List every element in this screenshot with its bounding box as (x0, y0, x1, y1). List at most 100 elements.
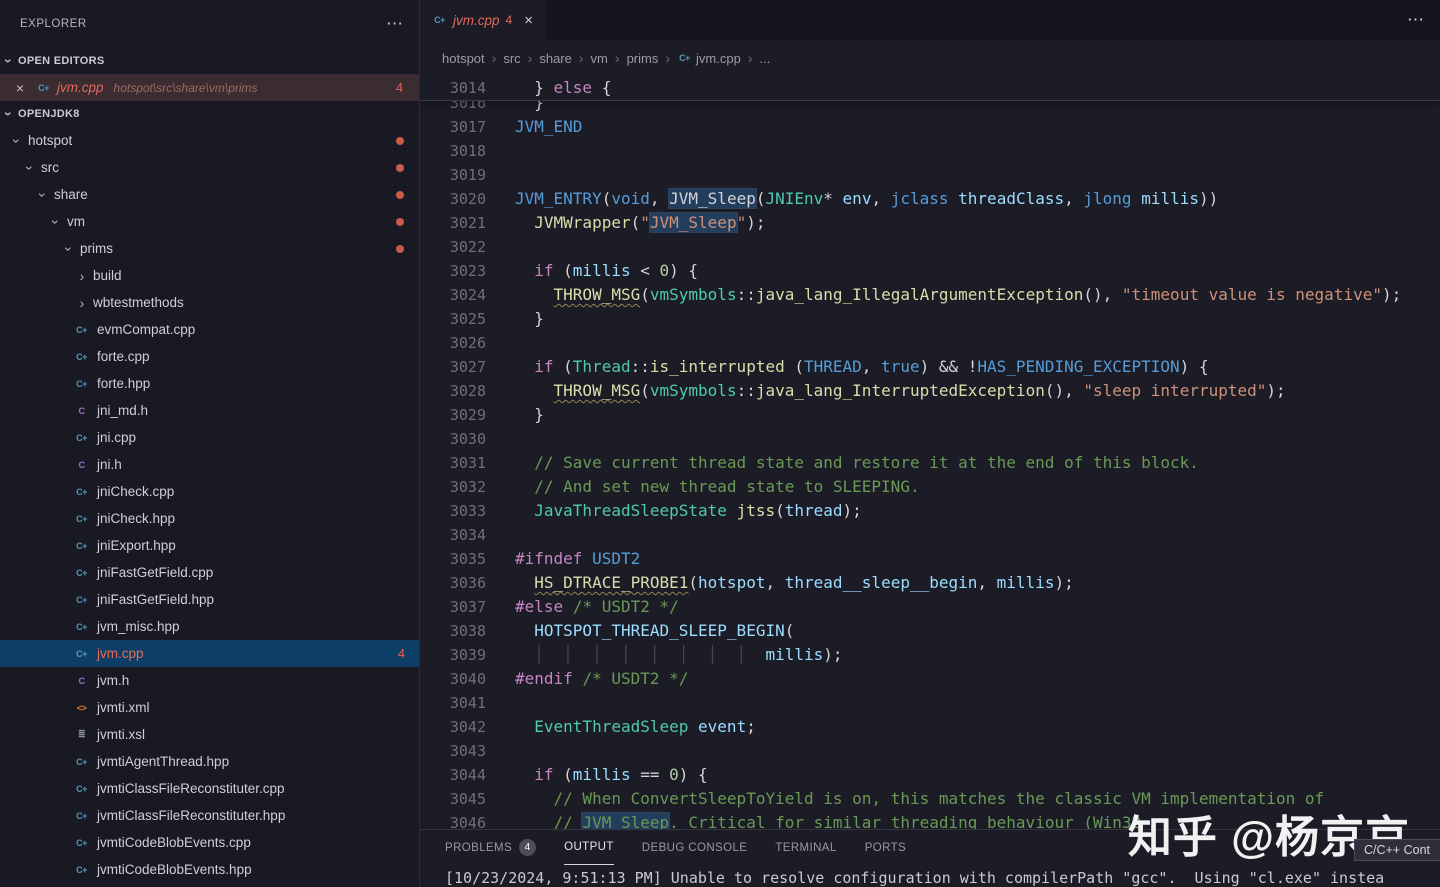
code-line-3041: 3041 (420, 691, 1440, 715)
tree-item-label: jvmtiCodeBlobEvents.cpp (97, 835, 251, 850)
breadcrumb-item-hotspot[interactable]: hotspot (442, 51, 485, 66)
line-number: 3017 (420, 115, 486, 139)
tab-jvm-cpp[interactable]: C+ jvm.cpp 4 × (420, 0, 545, 40)
close-icon[interactable]: × (524, 12, 533, 29)
tree-item-share[interactable]: ›share (0, 181, 419, 208)
close-icon[interactable]: × (12, 80, 28, 96)
tree-item-prims[interactable]: ›prims (0, 235, 419, 262)
open-editors-header[interactable]: › OPEN EDITORS (0, 48, 419, 74)
editor-more-actions-icon[interactable]: ⋯ (1407, 0, 1440, 40)
panel-tab-output[interactable]: OUTPUT (564, 830, 614, 865)
breadcrumb-item-vm[interactable]: vm (591, 51, 608, 66)
xsl-file-icon: ≣ (73, 729, 90, 740)
bottom-panel: PROBLEMS4 OUTPUT DEBUG CONSOLE TERMINAL PORT… (420, 829, 1440, 887)
cpp-file-icon: C+ (73, 541, 90, 551)
breadcrumb-item-src[interactable]: src (503, 51, 520, 66)
explorer-sidebar: EXPLORER ⋯ › OPEN EDITORS × C+ jvm.cpp h… (0, 0, 420, 887)
code-line-3029: 3029 } (420, 403, 1440, 427)
code-line-3037: 3037#else /* USDT2 */ (420, 595, 1440, 619)
tree-item-build[interactable]: ›build (0, 262, 419, 289)
tree-item-jvm.h[interactable]: Cjvm.h (0, 667, 419, 694)
tree-item-jvmtiCodeBlobEvents.hpp[interactable]: C+jvmtiCodeBlobEvents.hpp (0, 856, 419, 883)
tree-item-label: wbtestmethods (93, 295, 184, 310)
code-line-3019: 3019 (420, 163, 1440, 187)
panel-tab-problems[interactable]: PROBLEMS4 (445, 830, 536, 865)
workspace-header[interactable]: › OPENJDK8 (0, 101, 419, 127)
chevron-down-icon: › (1, 52, 17, 70)
line-number: 3032 (420, 475, 486, 499)
tree-item-vm[interactable]: ›vm (0, 208, 419, 235)
line-number: 3019 (420, 163, 486, 187)
output-channel-selector[interactable]: C/C++ Cont (1354, 839, 1440, 861)
tree-item-jni.h[interactable]: Cjni.h (0, 451, 419, 478)
tree-item-jni_md.h[interactable]: Cjni_md.h (0, 397, 419, 424)
tree-item-jvmti.xml[interactable]: <>jvmti.xml (0, 694, 419, 721)
tree-item-jvmti.xsl[interactable]: ≣jvmti.xsl (0, 721, 419, 748)
breadcrumb-item-prims[interactable]: prims (627, 51, 659, 66)
panel-tab-label: PORTS (865, 842, 906, 854)
line-number: 3026 (420, 331, 486, 355)
cpp-file-icon: C+ (73, 811, 90, 821)
h-file-icon: C (73, 676, 90, 686)
tree-item-jvm.cpp[interactable]: C+jvm.cpp4 (0, 640, 419, 667)
tree-item-jni.cpp[interactable]: C+jni.cpp (0, 424, 419, 451)
tree-item-jniCheck.hpp[interactable]: C+jniCheck.hpp (0, 505, 419, 532)
breadcrumb: hotspot›src›share›vm›prims›C+jvm.cpp›... (420, 40, 1440, 76)
tree-item-forte.hpp[interactable]: C+forte.hpp (0, 370, 419, 397)
code-editor[interactable]: 3014 } else { 30153016 }3017JVM_END30183… (420, 76, 1440, 830)
code-line-3014: 3014 } else { (420, 76, 1440, 100)
breadcrumb-separator-icon: › (528, 50, 533, 66)
tree-item-label: jni_md.h (97, 403, 148, 418)
line-number: 3028 (420, 379, 486, 403)
line-number: 3033 (420, 499, 486, 523)
tree-item-wbtestmethods[interactable]: ›wbtestmethods (0, 289, 419, 316)
tree-item-jniExport.hpp[interactable]: C+jniExport.hpp (0, 532, 419, 559)
tree-item-label: forte.hpp (97, 376, 150, 391)
tree-item-label: jvm_misc.hpp (97, 619, 180, 634)
breadcrumb-separator-icon: › (748, 50, 753, 66)
panel-tab-label: TERMINAL (775, 842, 836, 854)
tree-item-label: jniCheck.cpp (97, 484, 174, 499)
panel-tab-ports[interactable]: PORTS (865, 830, 906, 865)
tree-item-jniCheck.cpp[interactable]: C+jniCheck.cpp (0, 478, 419, 505)
cpp-file-icon: C+ (677, 53, 692, 63)
code-line-3042: 3042 EventThreadSleep event; (420, 715, 1440, 739)
line-number: 3034 (420, 523, 486, 547)
editor-region: C+ jvm.cpp 4 × ⋯ hotspot›src›share›vm›pr… (420, 0, 1440, 887)
tree-item-label: share (54, 187, 88, 202)
tree-item-jvmtiCodeBlobEvents.cpp[interactable]: C+jvmtiCodeBlobEvents.cpp (0, 829, 419, 856)
tree-item-jniFastGetField.hpp[interactable]: C+jniFastGetField.hpp (0, 586, 419, 613)
tree-item-src[interactable]: ›src (0, 154, 419, 181)
cpp-file-icon: C+ (73, 352, 90, 362)
tree-item-jniFastGetField.cpp[interactable]: C+jniFastGetField.cpp (0, 559, 419, 586)
line-number: 3027 (420, 355, 486, 379)
tree-item-jvmtiClassFileReconstituter.cpp[interactable]: C+jvmtiClassFileReconstituter.cpp (0, 775, 419, 802)
code-line-3030: 3030 (420, 427, 1440, 451)
line-number: 3029 (420, 403, 486, 427)
more-actions-icon[interactable]: ⋯ (386, 14, 403, 34)
tree-item-forte.cpp[interactable]: C+forte.cpp (0, 343, 419, 370)
chevron-down-icon: › (1, 105, 17, 123)
panel-tab-terminal[interactable]: TERMINAL (775, 830, 836, 865)
code-line-3035: 3035#ifndef USDT2 (420, 547, 1440, 571)
panel-tab-label: OUTPUT (564, 841, 614, 853)
tree-item-hotspot[interactable]: ›hotspot (0, 127, 419, 154)
tree-item-jvm_misc.hpp[interactable]: C+jvm_misc.hpp (0, 613, 419, 640)
tree-item-label: jniCheck.hpp (97, 511, 175, 526)
modified-dot-icon (396, 218, 404, 226)
line-number: 3022 (420, 235, 486, 259)
open-editor-item[interactable]: × C+ jvm.cpp hotspot\src\share\vm\prims … (0, 74, 419, 101)
panel-tab-bar: PROBLEMS4 OUTPUT DEBUG CONSOLE TERMINAL PORT… (420, 830, 1440, 865)
tree-item-evmCompat.cpp[interactable]: C+evmCompat.cpp (0, 316, 419, 343)
code-line-3031: 3031 // Save current thread state and re… (420, 451, 1440, 475)
code-line-3017: 3017JVM_END (420, 115, 1440, 139)
tree-item-jvmtiAgentThread.hpp[interactable]: C+jvmtiAgentThread.hpp (0, 748, 419, 775)
tree-item-label: jvm.h (97, 673, 129, 688)
breadcrumb-item-...[interactable]: ... (759, 51, 770, 66)
breadcrumb-item-share[interactable]: share (539, 51, 572, 66)
tree-item-jvmtiClassFileReconstituter.hpp[interactable]: C+jvmtiClassFileReconstituter.hpp (0, 802, 419, 829)
breadcrumb-item-jvm.cpp[interactable]: jvm.cpp (696, 51, 741, 66)
code-line-3026: 3026 (420, 331, 1440, 355)
code-line-3025: 3025 } (420, 307, 1440, 331)
panel-tab-debug-console[interactable]: DEBUG CONSOLE (642, 830, 748, 865)
